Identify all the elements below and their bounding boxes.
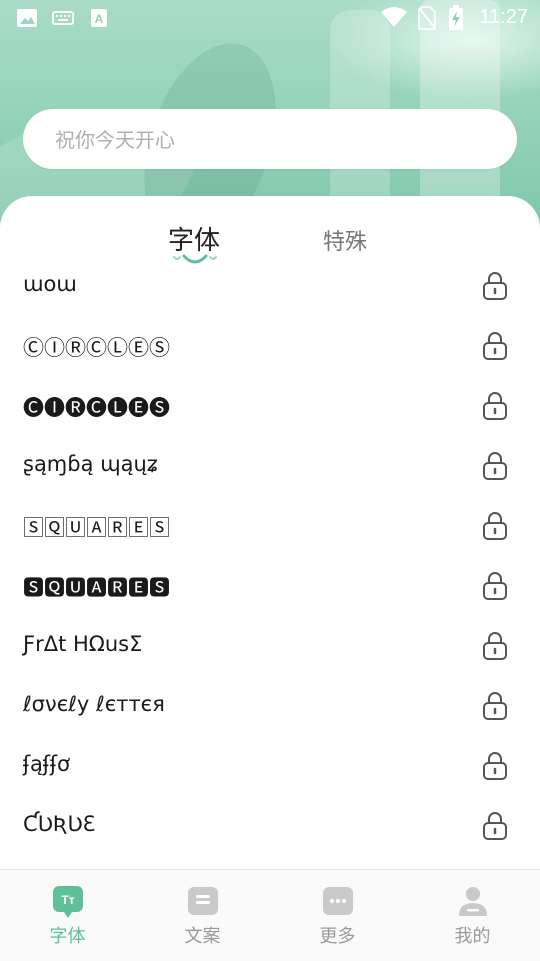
no-sim-icon xyxy=(418,6,436,30)
battery-charging-icon xyxy=(449,5,463,30)
wifi-icon xyxy=(381,7,407,27)
document-icon xyxy=(188,887,218,915)
list-item[interactable]: ʄąʄʄơ xyxy=(0,736,540,796)
font-style-label: 🅒🅘🅡🅒🅛🅔🅢 xyxy=(23,396,170,420)
font-style-label: ƑrΔt HΩusΣ xyxy=(23,632,143,656)
list-item[interactable]: ɯoɯ xyxy=(0,256,540,316)
font-style-label: ʄąʄʄơ xyxy=(23,752,70,776)
lock-icon[interactable] xyxy=(480,810,510,842)
lock-icon[interactable] xyxy=(480,690,510,722)
font-tt-icon: Tт xyxy=(53,886,83,918)
list-item[interactable]: ƑrΔt HΩusΣ xyxy=(0,616,540,676)
lock-icon[interactable] xyxy=(480,270,510,302)
lock-icon[interactable] xyxy=(480,570,510,602)
font-style-label: ʂąɱɓą ɰąųʑ xyxy=(23,452,158,476)
nav-label: 字体 xyxy=(49,926,86,947)
font-style-label: ƇƲƦƲƐ xyxy=(23,812,96,836)
nav-label: 文案 xyxy=(184,926,221,947)
tab-special[interactable]: 特殊 xyxy=(323,224,367,256)
svg-text:Tт: Tт xyxy=(61,893,74,907)
chat-more-icon xyxy=(323,887,353,915)
status-bar: A 11:27 xyxy=(0,0,540,36)
font-style-label: ɯoɯ xyxy=(23,272,77,296)
lock-icon[interactable] xyxy=(480,330,510,362)
lock-icon[interactable] xyxy=(480,630,510,662)
nav-more[interactable]: 更多 xyxy=(270,870,405,961)
user-icon xyxy=(459,887,487,916)
lock-icon[interactable] xyxy=(480,510,510,542)
font-style-label: 🆂🆀🆄🅰🆁🅴🆂 xyxy=(23,576,170,600)
lock-icon[interactable] xyxy=(480,390,510,422)
keyboard-icon xyxy=(52,11,74,25)
search-bar[interactable] xyxy=(23,109,517,171)
bottom-nav: Tт 字体 文案 更多 我的 xyxy=(0,869,540,961)
list-item[interactable]: ʂąɱɓą ɰąųʑ xyxy=(0,436,540,496)
nav-fonts[interactable]: Tт 字体 xyxy=(0,870,135,961)
lock-icon[interactable] xyxy=(480,450,510,482)
a-text-icon: A xyxy=(91,9,107,27)
search-input[interactable] xyxy=(53,109,497,171)
list-item[interactable]: 🅒🅘🅡🅒🅛🅔🅢 xyxy=(0,376,540,436)
list-item[interactable]: 🅂🅀🅄🄰🅁🄴🅂 xyxy=(0,496,540,556)
font-style-list: ɯoɯ ⒸⒾⓇⒸⓁⒺⓈ 🅒🅘🅡🅒🅛🅔🅢 ʂąɱɓą ɰąųʑ 🅂🅀🅄🄰🅁🄴🅂 🆂… xyxy=(0,256,540,856)
list-item[interactable]: ⒸⒾⓇⒸⓁⒺⓈ xyxy=(0,316,540,376)
list-item[interactable]: ƇƲƦƲƐ xyxy=(0,796,540,856)
image-icon xyxy=(17,9,37,27)
font-style-label: 🅂🅀🅄🄰🅁🄴🅂 xyxy=(23,516,170,540)
font-style-label: ⒸⒾⓇⒸⓁⒺⓈ xyxy=(23,336,170,360)
nav-profile[interactable]: 我的 xyxy=(405,870,540,961)
svg-text:A: A xyxy=(95,12,104,26)
nav-label: 更多 xyxy=(319,926,356,947)
list-item[interactable]: ℓσνєℓу ℓєттєя xyxy=(0,676,540,736)
status-time: 11:27 xyxy=(479,6,528,28)
font-style-label: ℓσνєℓу ℓєттєя xyxy=(23,692,165,716)
nav-label: 我的 xyxy=(454,926,491,947)
main-panel: 字体 特殊 ɯoɯ ⒸⒾⓇⒸⓁⒺⓈ 🅒🅘🅡🅒🅛🅔🅢 ʂąɱɓą ɰąųʑ 🅂🅀🅄… xyxy=(0,196,540,870)
list-item[interactable]: 🆂🆀🆄🅰🆁🅴🆂 xyxy=(0,556,540,616)
lock-icon[interactable] xyxy=(480,750,510,782)
nav-copywriting[interactable]: 文案 xyxy=(135,870,270,961)
